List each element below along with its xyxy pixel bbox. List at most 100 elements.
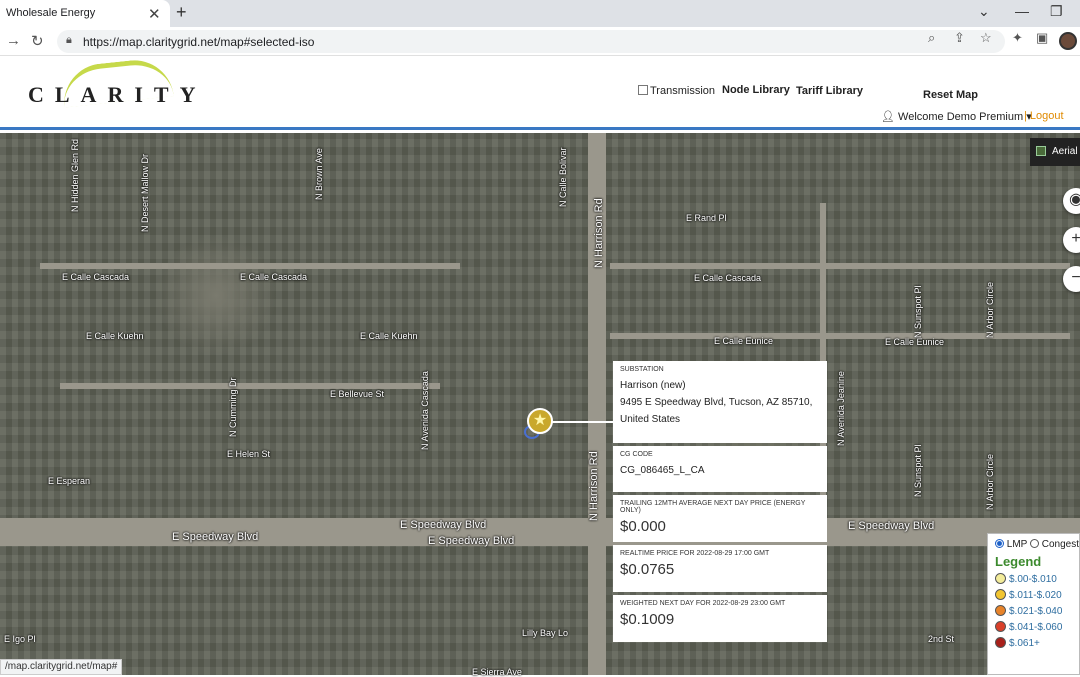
street-label: Lilly Bay Lo [522, 628, 569, 638]
price-legend: LMP Congest Legend $.00-$.010 $.011-$.020… [987, 533, 1080, 675]
congest-label[interactable]: Congest [1042, 539, 1079, 550]
weighted-price-card: WEIGHTED NEXT DAY FOR 2022-08-29 23:00 G… [613, 595, 827, 642]
street-label: E Calle Cascada [694, 273, 762, 283]
legend-item: $.021-$.040 [995, 605, 1079, 621]
extensions-icon[interactable]: ✦ [1012, 30, 1023, 46]
legend-item-label: $.011-$.020 [1009, 590, 1062, 601]
street-label: N Arbor Circle [985, 281, 995, 338]
street-label: E Speedway Blvd [428, 535, 515, 547]
transmission-label[interactable]: Transmission [650, 85, 715, 97]
substation-type-label: SUBSTATION [620, 366, 664, 373]
tariff-library-link[interactable]: Tariff Library [796, 85, 863, 97]
logout-link[interactable]: | Logout [1024, 110, 1064, 122]
tab-search-icon[interactable]: ⌄ [978, 3, 990, 20]
sidepanel-icon[interactable]: ▣ [1036, 30, 1048, 46]
url-field[interactable]: 🔒︎ https://map.claritygrid.net/map#selec… [57, 30, 1005, 53]
street-label: E Speedway Blvd [400, 519, 487, 531]
zoom-icon[interactable]: ⌕ [928, 30, 935, 46]
street-label: 2nd St [928, 634, 955, 644]
street-label: N Harrison Rd [593, 198, 605, 268]
street-label: E Rand Pl [686, 213, 727, 223]
weighted-price-label: WEIGHTED NEXT DAY FOR 2022-08-29 23:00 G… [620, 600, 786, 607]
street-label: N Sunspot Pl [913, 285, 923, 338]
welcome-text: Welcome Demo Premium [898, 111, 1024, 123]
cg-code-card: CG CODE CG_086465_L_CA [613, 446, 827, 492]
street-label: N Brown Ave [314, 148, 324, 200]
aerial-label: Aerial [1052, 146, 1078, 157]
trailing-price-value: $0.000 [620, 518, 666, 535]
lock-icon[interactable]: 🔒︎ [66, 34, 72, 47]
street-label: E Speedway Blvd [848, 520, 935, 532]
cg-code-label: CG CODE [620, 451, 653, 458]
close-tab-icon[interactable]: ✕ [148, 5, 161, 23]
street-label: E Helen St [227, 449, 271, 459]
bookmark-star-icon[interactable]: ☆ [980, 30, 992, 46]
minimize-icon[interactable]: — [1015, 3, 1029, 19]
lmp-radio[interactable] [995, 539, 1004, 548]
street-label: E Sierra Ave [472, 667, 522, 677]
trailing-price-card: TRAILING 12mth AVERAGE NEXT DAY PRICE (E… [613, 495, 827, 542]
street-label: E Calle Eunice [885, 337, 945, 347]
node-library-link[interactable]: Node Library [722, 84, 790, 96]
forward-icon[interactable]: → [6, 32, 21, 49]
share-icon[interactable]: ⇪ [954, 30, 965, 46]
site-header: CLARITY Transmission Node Library Tariff… [0, 56, 1080, 130]
clarity-logo[interactable]: CLARITY [28, 82, 206, 108]
legend-item: $.011-$.020 [995, 589, 1079, 605]
aerial-toggle-button[interactable]: Aerial [1030, 138, 1080, 166]
lmp-label[interactable]: LMP [1007, 539, 1027, 550]
transmission-checkbox[interactable] [638, 85, 648, 95]
legend-swatch-icon [995, 621, 1006, 632]
legend-item-label: $.021-$.040 [1009, 606, 1063, 617]
street-label: N Cumming Dr [228, 377, 238, 437]
legend-item: $.041-$.060 [995, 621, 1079, 637]
url-text: https://map.claritygrid.net/map#selected… [83, 35, 315, 49]
legend-item-label: $.041-$.060 [1009, 622, 1063, 633]
legend-swatch-icon [995, 573, 1006, 584]
cg-code-value: CG_086465_L_CA [620, 465, 705, 476]
satellite-map[interactable] [0, 133, 1080, 675]
weighted-price-value: $0.1009 [620, 611, 675, 628]
aerial-icon [1036, 146, 1046, 156]
reset-map-button[interactable]: Reset Map [923, 89, 978, 101]
street-label: N Harrison Rd [588, 451, 600, 521]
browser-tab[interactable]: Wholesale Energy ✕ [0, 0, 170, 27]
street-label: E Esperan [48, 476, 91, 486]
substation-star-marker-icon[interactable]: ★ [527, 408, 553, 434]
street-label: E Calle Kuehn [86, 331, 144, 341]
legend-item-label: $.061+ [1009, 638, 1040, 649]
realtime-price-card: REALTIME PRICE FOR 2022-08-29 17:00 GMT … [613, 545, 827, 592]
road-eunice [610, 333, 1070, 339]
tab-title: Wholesale Energy [6, 7, 96, 19]
road-cascada-east [610, 263, 1070, 269]
status-bar-url: /map.claritygrid.net/map# [0, 659, 123, 675]
callout-connector [552, 421, 614, 423]
restore-icon[interactable]: ❐ [1050, 3, 1063, 20]
street-label: N Avenida Jeanine [836, 371, 846, 446]
street-label: N Sunspot Pl [913, 444, 923, 497]
substation-address-line1: 9495 E Speedway Blvd, Tucson, AZ 85710, [620, 397, 813, 408]
street-label: E Igo Pl [4, 634, 36, 644]
street-label: N Arbor Circle [985, 453, 995, 510]
reload-icon[interactable]: ↻ [31, 32, 44, 50]
legend-swatch-icon [995, 637, 1006, 648]
substation-name: Harrison (new) [620, 380, 686, 391]
legend-rows: $.00-$.010 $.011-$.020 $.021-$.040 $.041-$.… [995, 573, 1079, 653]
substation-info-card: SUBSTATION Harrison (new) 9495 E Speedwa… [613, 361, 827, 443]
street-label: N Avenida Cascada [420, 371, 430, 450]
legend-item-label: $.00-$.010 [1009, 574, 1057, 585]
realtime-price-label: REALTIME PRICE FOR 2022-08-29 17:00 GMT [620, 550, 770, 557]
browser-tab-bar: Wholesale Energy ✕ + ⌄ — ❐ [0, 0, 1080, 27]
user-icon: 👤︎ [881, 111, 895, 123]
street-label: E Calle Cascada [240, 272, 308, 282]
profile-avatar-icon[interactable] [1059, 32, 1077, 50]
legend-mode-toggle: LMP Congest [995, 539, 1079, 550]
street-label: N Desert Mallow Dr [140, 153, 150, 232]
realtime-price-value: $0.0765 [620, 561, 675, 578]
street-label: E Calle Cascada [62, 272, 130, 282]
congest-radio[interactable] [1029, 539, 1039, 548]
new-tab-icon[interactable]: + [176, 2, 187, 23]
substation-address-line2: United States [620, 414, 681, 425]
legend-title: Legend [995, 554, 1042, 569]
user-menu[interactable]: 👤︎ Welcome Demo Premium ▾ [881, 110, 1032, 123]
